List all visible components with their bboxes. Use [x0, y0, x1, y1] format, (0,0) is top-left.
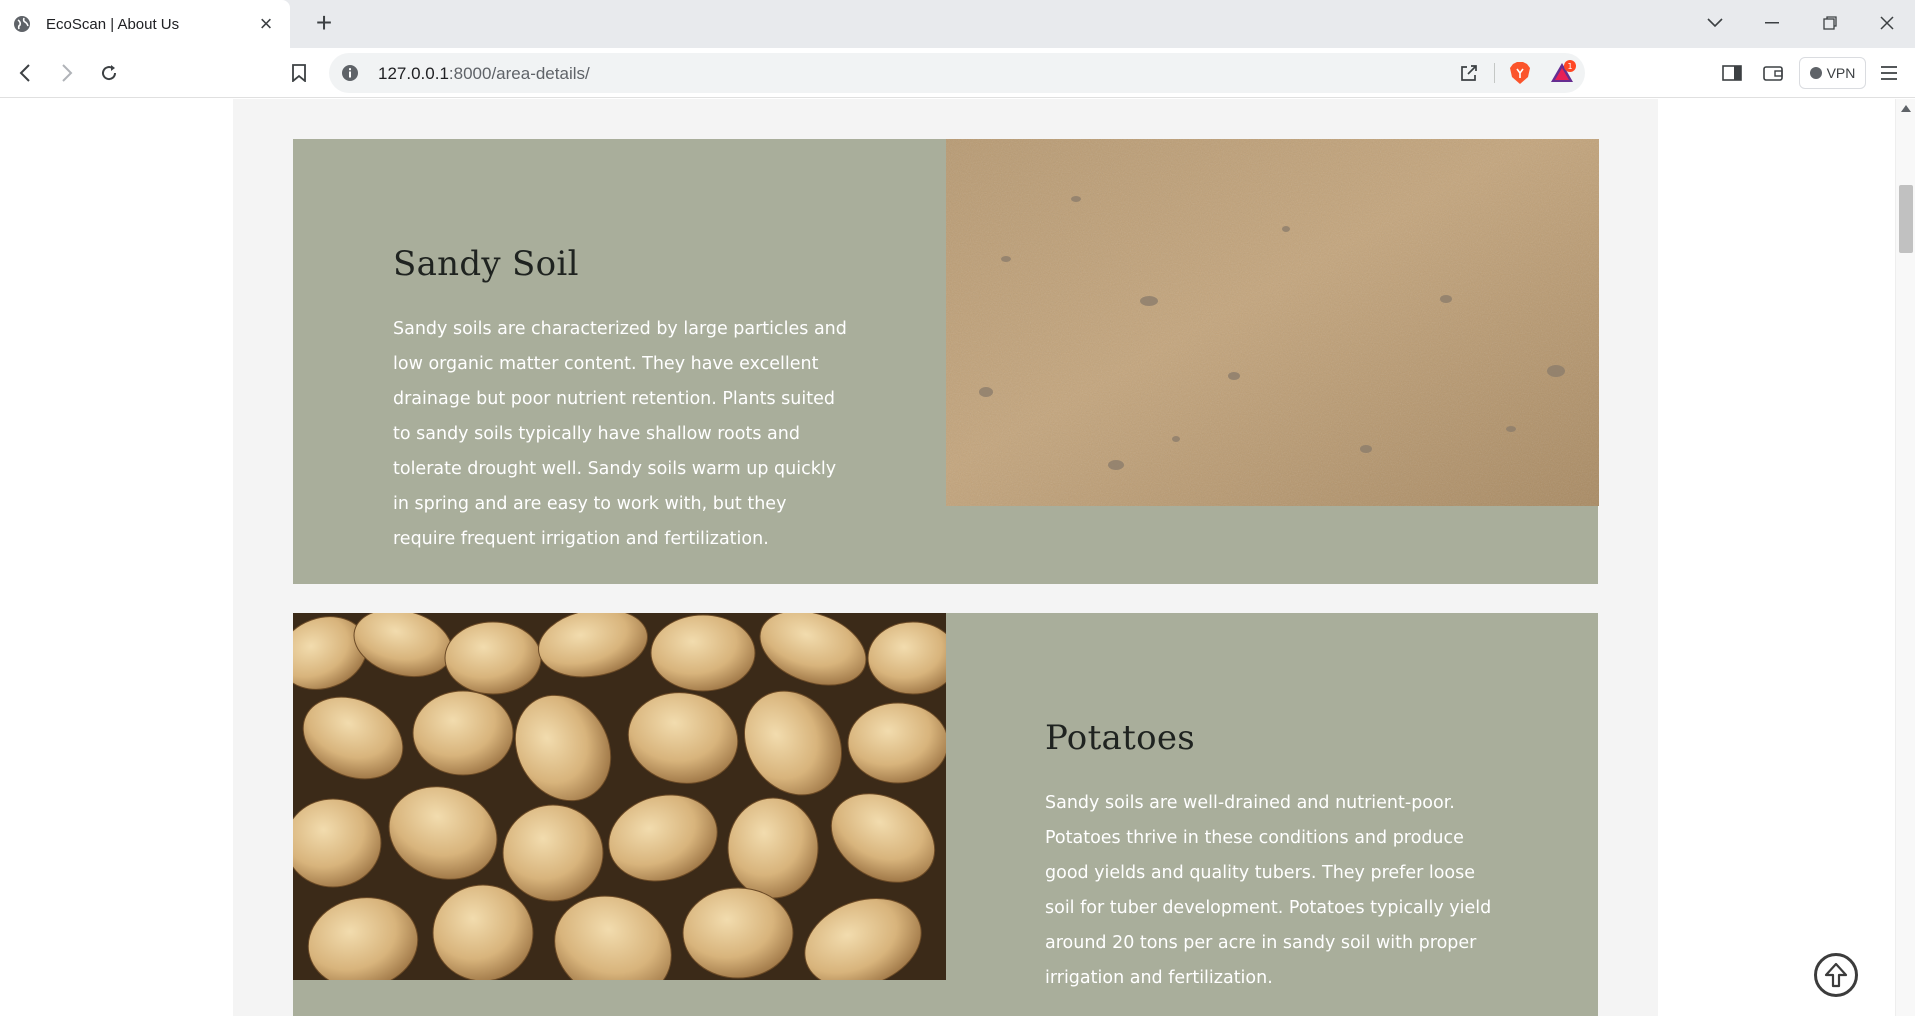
potatoes-image [293, 613, 946, 980]
vpn-label: VPN [1826, 65, 1856, 81]
menu-icon[interactable] [1874, 58, 1904, 88]
sandy-soil-text: Sandy Soil Sandy soils are characterized… [393, 244, 853, 557]
potatoes-card: Potatoes Sandy soils are well-drained an… [293, 613, 1598, 1016]
brave-shields-icon[interactable] [1505, 58, 1535, 88]
bookmark-icon[interactable] [284, 58, 314, 88]
arrow-up-icon [1824, 962, 1848, 988]
minimize-icon[interactable] [1757, 8, 1787, 38]
vpn-button[interactable]: VPN [1799, 57, 1866, 89]
forward-icon[interactable] [52, 58, 82, 88]
back-to-top-button[interactable] [1814, 953, 1858, 997]
new-tab-button[interactable]: + [309, 9, 339, 39]
tab-title: EcoScan | About Us [46, 15, 180, 33]
site-info-icon[interactable] [341, 64, 359, 82]
page-viewport: Sandy Soil Sandy soils are characterized… [0, 99, 1895, 1016]
vpn-status-icon [1809, 67, 1822, 79]
scroll-thumb[interactable] [1899, 185, 1913, 253]
reload-icon[interactable] [94, 58, 124, 88]
scroll-up-arrow-icon[interactable] [1901, 105, 1911, 112]
section-body: Sandy soils are well-drained and nutrien… [1045, 793, 1492, 988]
browser-tab[interactable]: EcoScan | About Us × [0, 0, 290, 48]
tab-search-chevron-icon[interactable] [1700, 8, 1730, 38]
sandy-soil-card: Sandy Soil Sandy soils are characterized… [293, 139, 1599, 584]
section-heading: Sandy Soil [393, 244, 579, 284]
section-heading: Potatoes [1045, 718, 1196, 758]
restore-icon[interactable] [1815, 8, 1845, 38]
url-text: 127.0.0.1:8000/area-details/ [378, 64, 590, 84]
browser-toolbar: 127.0.0.1:8000/area-details/ 1 VPN [0, 48, 1915, 98]
url-host: 127.0.0.1 [378, 64, 449, 83]
rewards-badge-count: 1 [1567, 62, 1572, 71]
address-bar[interactable]: 127.0.0.1:8000/area-details/ 1 [329, 53, 1585, 93]
section-body: Sandy soils are characterized by large p… [393, 319, 847, 549]
sand-image [946, 139, 1599, 506]
close-window-icon[interactable] [1872, 8, 1902, 38]
content-container: Sandy Soil Sandy soils are characterized… [233, 99, 1658, 1016]
globe-icon [14, 16, 30, 32]
wallet-icon[interactable] [1758, 58, 1788, 88]
sandy-soil-photo [946, 139, 1599, 506]
potatoes-photo [293, 613, 946, 980]
potatoes-text: Potatoes Sandy soils are well-drained an… [1045, 718, 1505, 996]
toolbar-divider [1494, 63, 1495, 83]
back-icon[interactable] [10, 58, 40, 88]
tab-strip: EcoScan | About Us × + [0, 0, 1915, 48]
page-scrollbar[interactable] [1895, 99, 1915, 1016]
close-tab-icon[interactable]: × [254, 12, 278, 36]
brave-rewards-icon[interactable]: 1 [1548, 58, 1578, 88]
share-icon[interactable] [1454, 58, 1484, 88]
sidebar-toggle-icon[interactable] [1717, 58, 1747, 88]
url-path: :8000/area-details/ [448, 64, 590, 83]
